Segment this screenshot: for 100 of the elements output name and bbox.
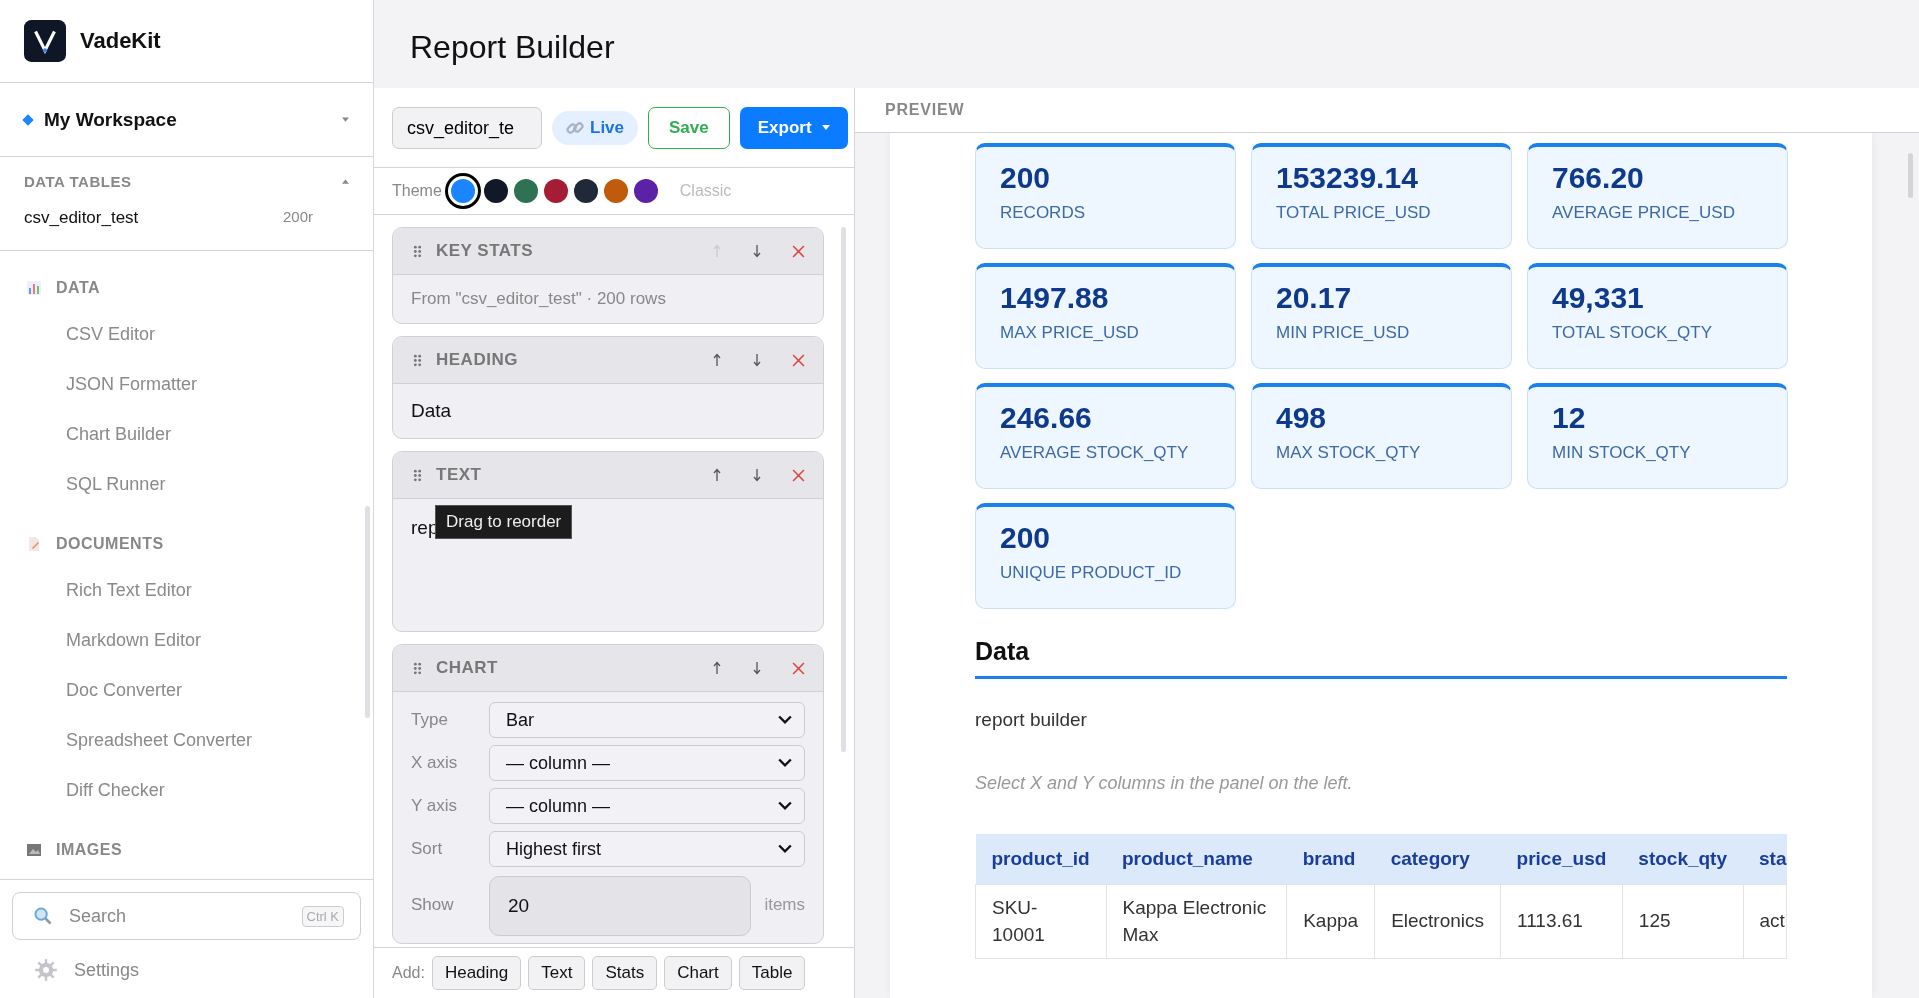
number-field[interactable]: 20 [489,876,751,936]
table-item[interactable]: csv_editor_test 200r [0,198,373,238]
move-down-icon[interactable] [752,244,762,258]
select-field[interactable]: — column — [489,788,805,824]
theme-swatch[interactable] [573,179,598,203]
stat-label: MIN PRICE_USD [1276,323,1411,343]
column-header: stock_qty [1622,834,1743,885]
heading-field[interactable]: Data [411,398,452,424]
settings-link[interactable]: Settings [12,940,361,988]
stat-label: UNIQUE PRODUCT_ID [1000,563,1183,583]
theme-swatch[interactable] [513,179,538,203]
add-block-button[interactable]: Table [738,956,806,990]
search-field[interactable]: Search [67,904,288,928]
preview-label: PREVIEW [885,101,965,119]
stat-value: 153239.14 [1276,161,1419,195]
block-title: HEADING [436,350,519,370]
table-cell: SKU-10001 [975,884,1106,959]
report-text: report builder [975,709,1088,731]
app-name: VadeKit [80,28,161,54]
link-icon [566,119,584,137]
drag-handle-icon[interactable] [413,468,422,482]
move-down-icon[interactable] [752,353,762,367]
move-up-icon[interactable] [712,468,722,482]
caret-icon [342,116,349,123]
unit-label: items [764,895,805,915]
search-box[interactable]: Search Ctrl K [12,892,361,940]
bar-chart-icon [26,280,42,296]
add-block-button[interactable]: Chart [664,956,732,990]
column-header: category [1374,834,1501,885]
stat-label: AVERAGE STOCK_QTY [1000,443,1190,463]
document-icon [26,536,42,552]
nav-item[interactable]: CSV Editor [0,309,373,359]
filename-field[interactable]: csv_editor_te [392,107,542,149]
image-icon [26,842,42,858]
select-field[interactable]: Bar [489,702,805,738]
theme-swatch[interactable] [633,179,658,203]
field-label: Show [411,895,455,915]
chevron-icon [778,715,792,725]
select-field[interactable]: Highest first [489,831,805,867]
stat-value: 498 [1276,401,1328,435]
save-button[interactable]: Save [648,107,730,149]
stat-label: TOTAL PRICE_USD [1276,203,1432,223]
drag-handle-icon[interactable] [413,661,422,675]
nav-item[interactable]: SQL Runner [0,459,373,509]
add-block-button[interactable]: Text [528,956,586,990]
stat-label: RECORDS [1000,203,1086,223]
export-button[interactable]: Export [739,107,848,149]
theme-swatch[interactable] [447,176,478,206]
close-icon[interactable] [792,244,805,258]
close-icon[interactable] [792,353,805,367]
workspace-selector[interactable]: My Workspace [0,83,373,157]
close-icon[interactable] [792,661,805,675]
section-heading: IMAGES [56,841,123,859]
add-block-button[interactable]: Stats [592,956,658,990]
move-up-icon[interactable] [712,661,722,675]
stat-value: 20.17 [1276,281,1353,315]
drag-handle-icon[interactable] [413,244,422,258]
stat-label: MIN STOCK_QTY [1552,443,1692,463]
block-title: CHART [436,658,499,678]
stat-label: MAX PRICE_USD [1000,323,1140,343]
live-button[interactable]: Live [552,111,639,145]
block-summary: From "csv_editor_test" · 200 rows [411,289,666,308]
move-up-icon[interactable] [712,353,722,367]
shortcut-hint: Ctrl K [301,905,344,927]
page-title: Report Builder [410,27,615,66]
column-header: sta [1743,834,1787,885]
close-icon[interactable] [792,468,805,482]
tooltip: Drag to reorder [435,505,573,539]
drag-handle-icon[interactable] [413,353,422,367]
nav-item[interactable]: Rich Text Editor [0,565,373,615]
search-icon [33,906,53,926]
nav-item[interactable]: Spreadsheet Converter [0,715,373,765]
nav-item[interactable]: JSON Formatter [0,359,373,409]
field-label: Y axis [411,796,458,816]
select-field[interactable]: — column — [489,745,805,781]
theme-swatch[interactable] [543,179,568,203]
stat-value: 766.20 [1552,161,1645,195]
column-header: product_id [975,834,1106,885]
field-label: Sort [411,839,444,859]
table-cell: Kappa Electronic Max [1106,884,1287,959]
move-down-icon[interactable] [752,661,762,675]
nav-item[interactable]: Doc Converter [0,665,373,715]
theme-swatch[interactable] [483,179,508,203]
stat-value: 49,331 [1552,281,1645,315]
chevron-icon [778,801,792,811]
theme-swatch[interactable] [603,179,628,203]
column-header: product_name [1106,834,1287,885]
section-heading: DATA [56,279,101,297]
stat-label: TOTAL STOCK_QTY [1552,323,1713,343]
section-heading: DOCUMENTS [56,535,164,553]
move-down-icon[interactable] [752,468,762,482]
table-cell: Electronics [1374,884,1501,959]
nav-item[interactable]: Diff Checker [0,765,373,815]
nav-item[interactable]: Markdown Editor [0,615,373,665]
table-cell: Kappa [1286,884,1375,959]
nav-item[interactable]: Chart Builder [0,409,373,459]
stat-label: AVERAGE PRICE_USD [1552,203,1736,223]
add-block-button[interactable]: Heading [431,956,522,990]
data-tables-header[interactable]: DATA TABLES [0,157,373,198]
column-header: brand [1286,834,1375,885]
